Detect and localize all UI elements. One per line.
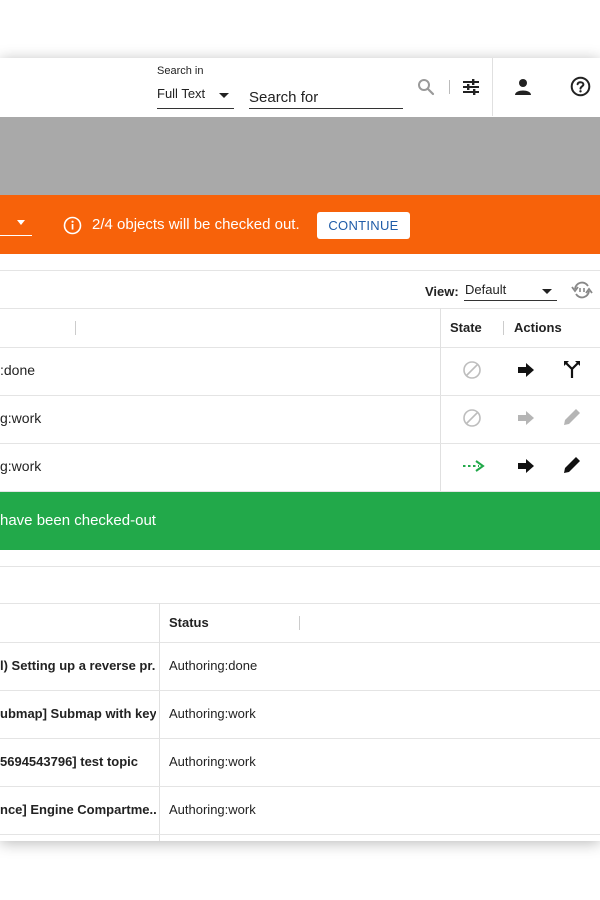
search-scope-value: Full Text [157,86,206,101]
header-divider-vertical [492,58,493,116]
user-icon[interactable] [514,78,532,96]
pencil-icon[interactable] [562,455,582,475]
column-resize-handle[interactable] [75,321,76,335]
chevron-down-icon [542,289,552,294]
search-input[interactable] [249,86,403,109]
object-status: Authoring:done [169,658,258,673]
success-message: have been checked-out [0,512,156,529]
arrow-right-icon[interactable] [517,458,535,474]
arrow-right-icon [518,411,534,425]
chevron-down-icon [219,93,229,98]
view-value: Default [465,282,507,297]
view-label: View: [425,284,459,299]
view-select[interactable]: Default [464,280,557,301]
object-status: Authoring:work [169,706,256,721]
search-in-label: Search in [157,65,204,77]
continue-button[interactable]: CONTINUE [317,212,410,239]
row-state-text: :done [0,362,36,378]
chevron-down-icon[interactable] [17,220,25,225]
dashed-arrow-icon [463,460,485,472]
table-row[interactable]: g:work [0,443,600,492]
refresh-icon[interactable] [571,280,593,300]
row-state-text: g:work [0,410,42,426]
help-icon[interactable] [570,76,591,97]
table-row[interactable]: ubmap] Submap with key... Authoring:work [0,690,600,739]
table-row[interactable]: nce] Engine Compartme... Authoring:work [0,786,600,835]
checkout-warning-banner: 2/4 objects will be checked out. [0,195,600,254]
table-row[interactable]: l) Setting up a reverse pr... Authoring:… [0,642,600,691]
state-column-header[interactable]: State [450,320,482,335]
object-title: nce] Engine Compartme... [0,802,156,817]
object-status: Authoring:work [169,802,256,817]
table-row[interactable]: :done [0,347,600,396]
dropdown-underline[interactable] [0,235,32,236]
table-row[interactable]: g:work [0,395,600,444]
object-title: l) Setting up a reverse pr... [0,658,156,673]
section-divider [0,566,600,567]
status-column-header[interactable]: Status [169,615,209,630]
blocked-icon [463,409,481,427]
arrow-right-icon[interactable] [517,362,535,378]
checkout-message: 2/4 objects will be checked out. [92,216,300,233]
filter-settings-icon[interactable] [462,78,480,96]
column-resize-handle[interactable] [299,616,300,630]
column-resize-handle[interactable] [503,321,504,335]
app-panel: Search in Full Text Search for 2/4 objec… [0,58,600,841]
merge-icon[interactable] [562,359,582,379]
objects-table-header: Status [0,603,600,643]
view-toolbar: View: Default [0,270,600,309]
actions-column-header: Actions [514,320,562,335]
search-scope-select[interactable]: Full Text [157,84,234,109]
pencil-icon [564,409,580,425]
header: Search in Full Text [0,58,600,118]
gray-band [0,117,600,195]
object-status: Authoring:work [169,754,256,769]
table-row[interactable]: 5694543796] test topic Authoring:work [0,738,600,787]
blocked-icon [463,361,481,379]
checkout-table-header: State Actions [0,308,600,348]
search-icon[interactable] [417,78,435,96]
checkout-success-banner: have been checked-out [0,492,600,550]
object-title: ubmap] Submap with key... [0,706,156,721]
object-title: 5694543796] test topic [0,754,139,769]
row-state-text: g:work [0,458,42,474]
header-divider [449,80,450,94]
info-icon [63,216,82,235]
